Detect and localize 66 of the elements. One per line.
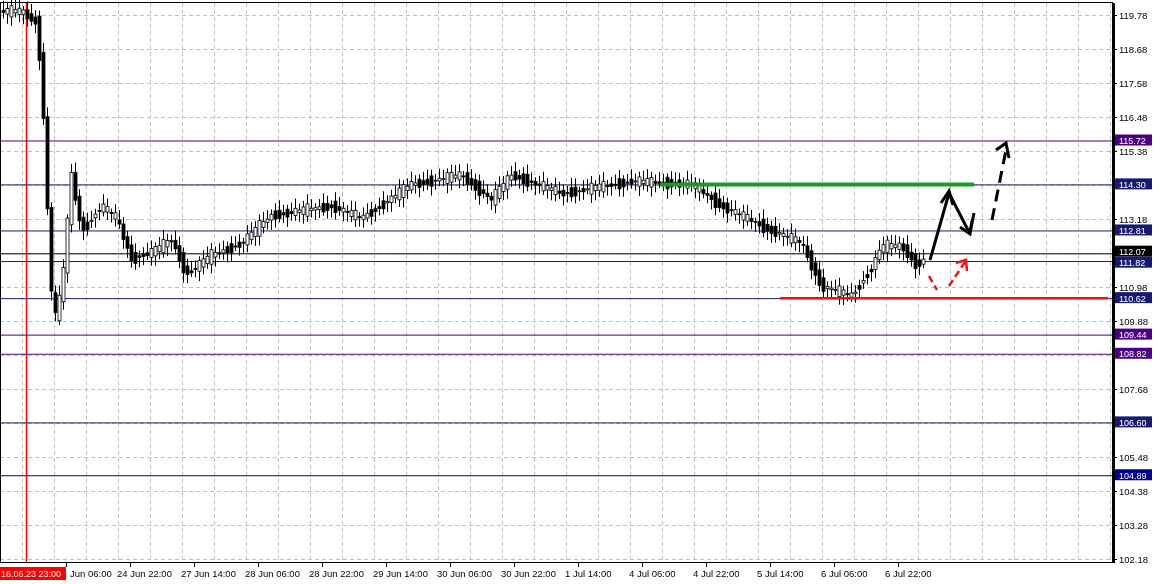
price-tick-label: 104.38 bbox=[1119, 486, 1149, 497]
tick-mark bbox=[1112, 389, 1118, 390]
tick-mark bbox=[578, 562, 579, 568]
time-axis-label: 30 Jun 22:00 bbox=[501, 568, 556, 579]
time-axis-label: 5 Jul 14:00 bbox=[757, 568, 804, 579]
price-level-label: 112.81 bbox=[1119, 225, 1146, 236]
time-marker-label: 16.06.23 23:00 bbox=[0, 567, 66, 580]
tick-mark bbox=[1112, 491, 1118, 492]
price-level-label: 115.72 bbox=[1119, 136, 1146, 146]
tick-mark bbox=[834, 562, 835, 568]
tick-mark bbox=[1112, 321, 1118, 322]
dashed-arrow-drawing bbox=[927, 258, 969, 291]
tick-mark bbox=[258, 562, 259, 568]
price-tick-label: 105.48 bbox=[1119, 452, 1149, 463]
tick-mark bbox=[130, 562, 131, 568]
tick-mark bbox=[66, 562, 67, 568]
tick-mark bbox=[1112, 219, 1118, 220]
price-tick-label: 116.48 bbox=[1119, 112, 1148, 123]
tick-mark bbox=[514, 562, 515, 568]
price-tick-label: 113.18 bbox=[1119, 214, 1148, 225]
time-axis-label: 4 Jul 06:00 bbox=[629, 568, 676, 579]
tick-mark bbox=[1112, 49, 1118, 50]
tick-mark bbox=[770, 562, 771, 568]
price-tick-label: 109.88 bbox=[1119, 316, 1149, 327]
tick-mark bbox=[386, 562, 387, 568]
time-axis-label: 29 Jun 14:00 bbox=[373, 568, 428, 579]
price-level-label: 106.60 bbox=[1119, 417, 1147, 428]
price-level-label: 111.82 bbox=[1119, 258, 1146, 269]
price-tick-label: 102.18 bbox=[1119, 554, 1149, 565]
tick-mark bbox=[1112, 525, 1118, 526]
tick-mark bbox=[706, 562, 707, 568]
tick-mark bbox=[322, 562, 323, 568]
price-tick-label: 115.38 bbox=[1119, 146, 1148, 157]
price-level-label: 114.30 bbox=[1119, 179, 1146, 190]
price-level-label: 108.82 bbox=[1119, 349, 1147, 360]
time-axis-label: 30 Jun 06:00 bbox=[437, 568, 492, 579]
time-axis-label: 6 Jul 22:00 bbox=[885, 568, 932, 579]
price-tick-label: 118.68 bbox=[1119, 44, 1148, 55]
time-axis-label: Jun 06:00 bbox=[70, 568, 112, 579]
price-tick-label: 110.98 bbox=[1119, 282, 1148, 293]
price-tick-label: 117.58 bbox=[1119, 78, 1148, 89]
price-level-label: 104.89 bbox=[1119, 470, 1147, 481]
time-axis-label: 28 Jun 22:00 bbox=[309, 568, 364, 579]
time-axis-label: 24 Jun 22:00 bbox=[117, 568, 172, 579]
tick-mark bbox=[194, 562, 195, 568]
price-tick-label: 107.68 bbox=[1119, 384, 1149, 395]
tick-mark bbox=[1112, 83, 1118, 84]
time-axis-label: 6 Jul 06:00 bbox=[821, 568, 868, 579]
price-level-label: 112.07 bbox=[1119, 247, 1146, 258]
tick-mark bbox=[1112, 117, 1118, 118]
tick-mark bbox=[1112, 287, 1118, 288]
tick-mark bbox=[898, 562, 899, 568]
time-axis-label: 1 Jul 14:00 bbox=[565, 568, 612, 579]
tick-mark bbox=[642, 562, 643, 568]
tick-mark bbox=[1112, 15, 1118, 16]
time-axis-label: 27 Jun 14:00 bbox=[181, 568, 236, 579]
price-tick-label: 103.28 bbox=[1119, 520, 1149, 531]
tick-mark bbox=[1112, 559, 1118, 560]
price-level-label: 109.44 bbox=[1119, 330, 1147, 341]
time-axis-label: 4 Jul 22:00 bbox=[693, 568, 740, 579]
tick-mark bbox=[1112, 151, 1118, 152]
price-tick-label: 119.78 bbox=[1119, 10, 1148, 21]
tick-mark bbox=[1112, 457, 1118, 458]
price-level-label: 110.62 bbox=[1119, 293, 1146, 304]
tick-mark bbox=[450, 562, 451, 568]
time-axis-label: 28 Jun 06:00 bbox=[245, 568, 300, 579]
